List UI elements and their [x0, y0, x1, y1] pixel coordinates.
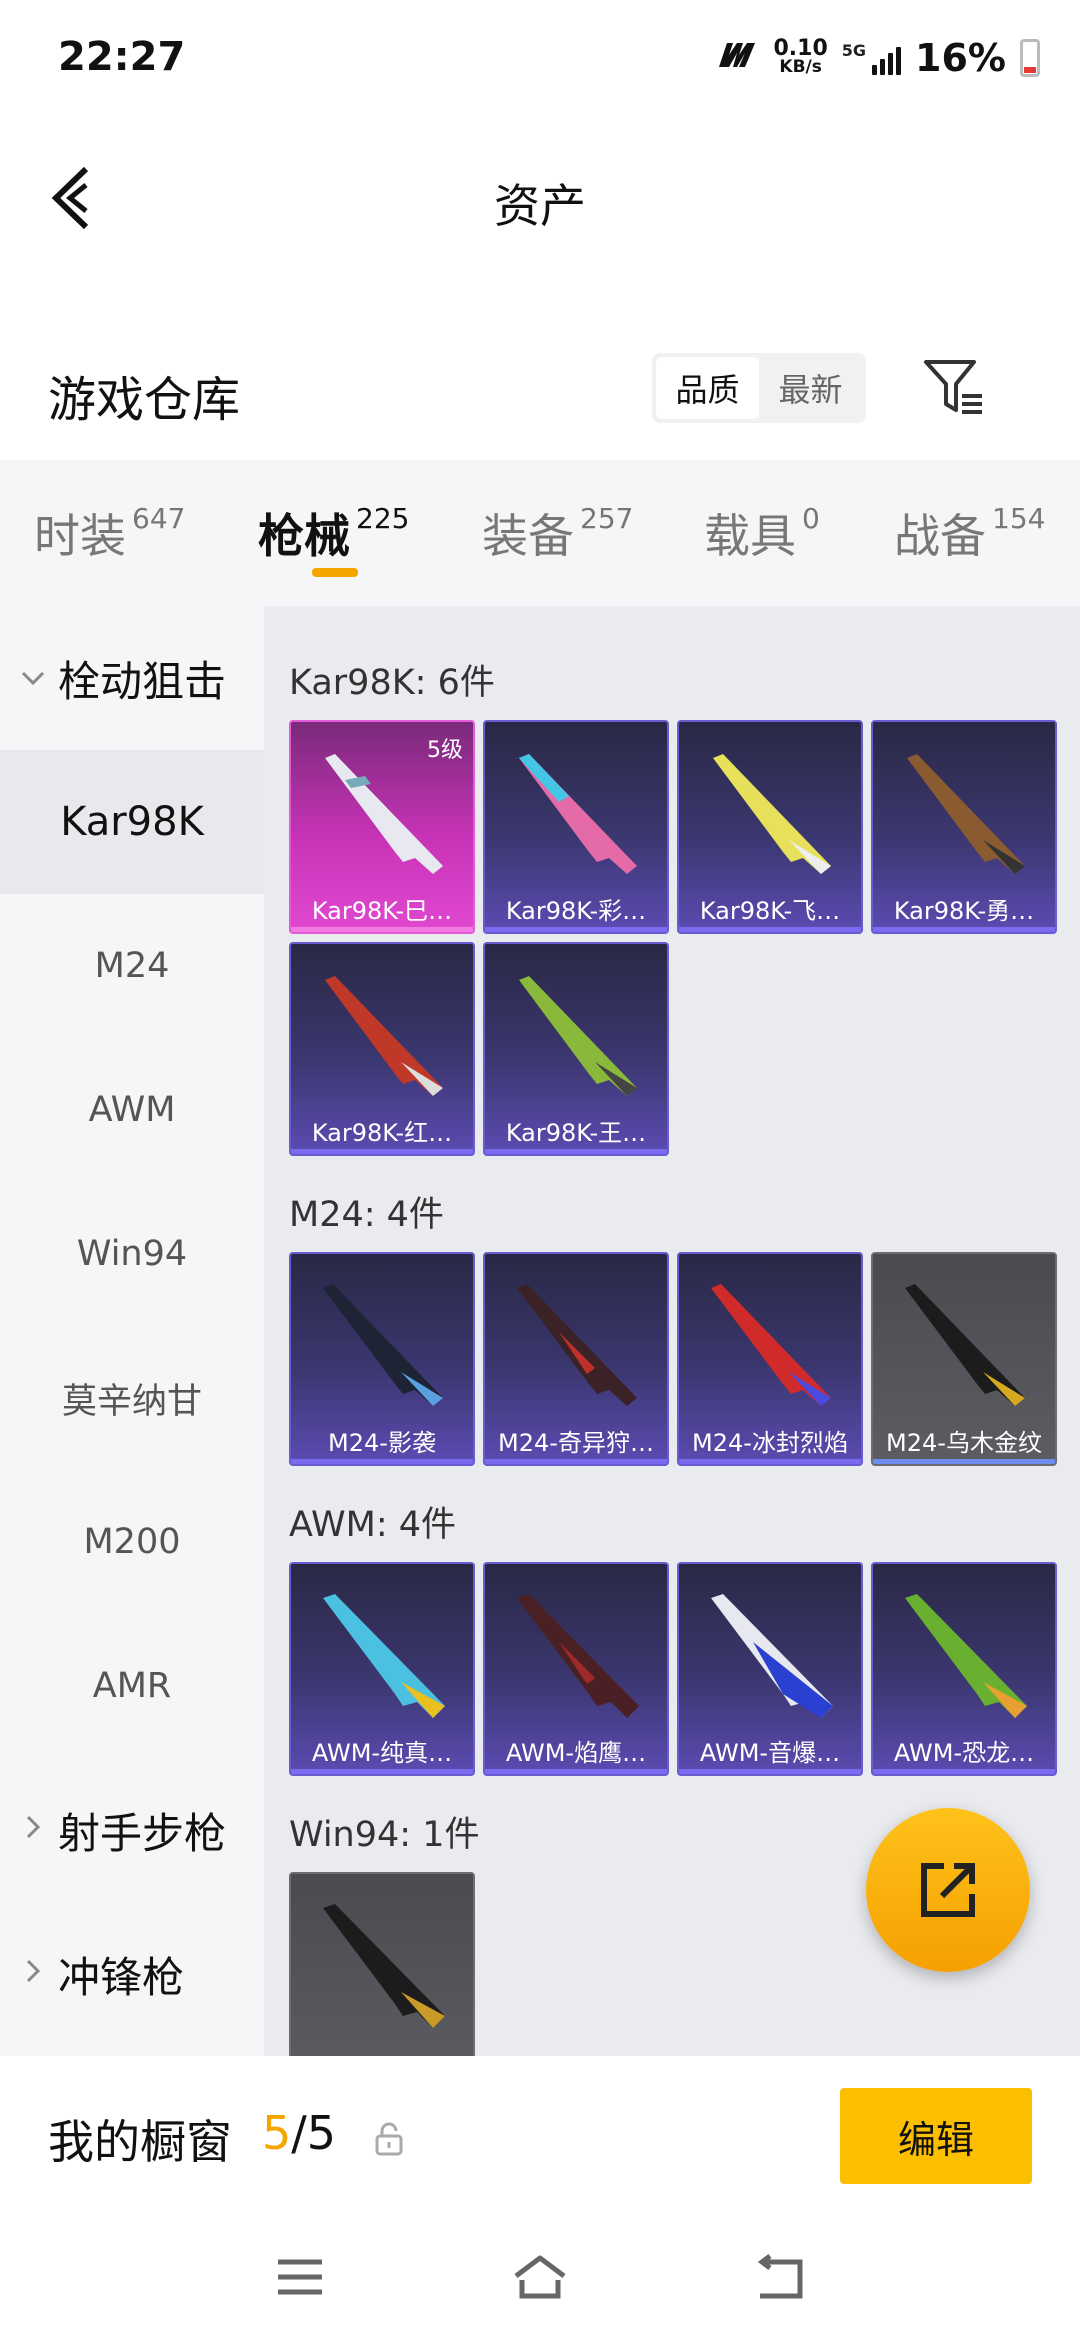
group-title-win94: Win94: 1件 [289, 1815, 480, 1855]
sort-toggle: 品质 最新 [652, 353, 866, 423]
menu-icon[interactable] [270, 2252, 330, 2302]
rifle-icon [905, 1284, 1025, 1406]
sidebar-item-m200[interactable]: M200 [0, 1470, 264, 1614]
item-card[interactable]: Kar98K-彩… [483, 720, 669, 934]
item-card[interactable]: Kar98K-勇… [871, 720, 1057, 934]
item-card[interactable]: M24-冰封烈焰 [677, 1252, 863, 1466]
rifle-icon [325, 976, 443, 1096]
edit-button[interactable]: 编辑 [840, 2088, 1032, 2184]
tab-supplies[interactable]: 战备 154 [894, 500, 1045, 566]
network-speed: 0.10 KB/s [773, 36, 828, 77]
sidebar-item-m24[interactable]: M24 [0, 894, 264, 1038]
rifle-icon [713, 754, 831, 874]
sidebar-item-win94[interactable]: Win94 [0, 1182, 264, 1326]
lock-icon [375, 2122, 403, 2156]
tab-firearms[interactable]: 枪械 225 [258, 500, 409, 566]
page-title: 资产 [494, 179, 586, 233]
group-title-kar98k: Kar98K: 6件 [289, 663, 495, 703]
chevron-right-icon [20, 1814, 46, 1847]
showcase-bar: 我的橱窗 5/5 编辑 [0, 2056, 1080, 2206]
carrier-logo-icon [715, 38, 759, 78]
rifle-icon [517, 1594, 639, 1718]
item-card[interactable]: M24-乌木金纹 [871, 1252, 1057, 1466]
system-nav-bar [0, 2206, 1080, 2344]
sidebar: 栓动狙击 Kar98K M24 AWM Win94 莫辛纳甘 M200 AMR … [0, 606, 264, 2056]
item-card[interactable]: Kar98K-红… [289, 942, 475, 1156]
sidebar-item-awm[interactable]: AWM [0, 1038, 264, 1182]
signal-icon: 5G [842, 41, 902, 75]
tab-equipment[interactable]: 装备 257 [482, 500, 633, 566]
rifle-icon [711, 1594, 833, 1718]
rifle-icon [519, 976, 637, 1096]
home-icon[interactable] [510, 2252, 570, 2302]
sidebar-item-mosin[interactable]: 莫辛纳甘 [0, 1326, 264, 1470]
item-card[interactable]: M24-影袭 [289, 1252, 475, 1466]
item-card[interactable]: AWM-恐龙… [871, 1562, 1057, 1776]
sidebar-item-kar98k[interactable]: Kar98K [0, 750, 264, 894]
status-bar: 22:27 0.10 KB/s 5G 16% [0, 0, 1080, 120]
status-time: 22:27 [58, 34, 186, 80]
item-card[interactable]: M24-奇异狩… [483, 1252, 669, 1466]
rifle-icon [519, 754, 637, 874]
warehouse-title: 游戏仓库 [48, 372, 241, 428]
tab-fashion[interactable]: 时装 647 [34, 500, 185, 566]
showcase-count: 5/5 [262, 2106, 337, 2160]
sidebar-group-bolt-action[interactable]: 栓动狙击 [20, 606, 226, 750]
category-tabs: 时装 647 枪械 225 装备 257 载具 0 战备 154 [0, 460, 1080, 606]
sidebar-group-marksman[interactable]: 射手步枪 [20, 1758, 226, 1902]
item-card[interactable]: Kar98K-飞… [677, 720, 863, 934]
rifle-icon [711, 1284, 831, 1406]
rifle-icon [907, 754, 1025, 874]
tab-vehicles[interactable]: 载具 0 [704, 500, 820, 566]
sort-option-quality[interactable]: 品质 [656, 357, 759, 419]
rifle-icon [323, 1284, 443, 1406]
item-card[interactable]: AWM-音爆… [677, 1562, 863, 1776]
back-icon[interactable] [750, 2252, 810, 2302]
battery-percent: 16% [915, 36, 1006, 80]
filter-button[interactable] [920, 352, 990, 422]
item-card[interactable] [289, 1872, 475, 2056]
chevron-down-icon [20, 663, 46, 693]
group-title-awm: AWM: 4件 [289, 1505, 457, 1545]
sidebar-item-amr[interactable]: AMR [0, 1614, 264, 1758]
item-card[interactable]: AWM-纯真… [289, 1562, 475, 1776]
share-external-icon [921, 1863, 975, 1917]
item-card[interactable]: Kar98K-王… [483, 942, 669, 1156]
status-icons: 0.10 KB/s 5G 16% [715, 36, 1040, 80]
showcase-label: 我的橱窗 [48, 2115, 232, 2169]
filter-icon [924, 360, 982, 414]
sidebar-group-smg[interactable]: 冲锋枪 [20, 1902, 184, 2046]
item-card[interactable]: AWM-焰鹰… [483, 1562, 669, 1776]
chevron-right-icon [20, 1958, 46, 1991]
rifle-icon [323, 1904, 445, 2028]
battery-icon [1020, 39, 1040, 77]
rifle-icon [517, 1284, 637, 1406]
share-button[interactable] [866, 1808, 1030, 1972]
sort-option-latest[interactable]: 最新 [759, 357, 862, 419]
group-title-m24: M24: 4件 [289, 1195, 444, 1235]
active-tab-indicator [312, 568, 358, 577]
item-card[interactable]: 5级 Kar98K-巳… [289, 720, 475, 934]
rifle-icon [323, 1594, 445, 1718]
rifle-icon [905, 1594, 1027, 1718]
